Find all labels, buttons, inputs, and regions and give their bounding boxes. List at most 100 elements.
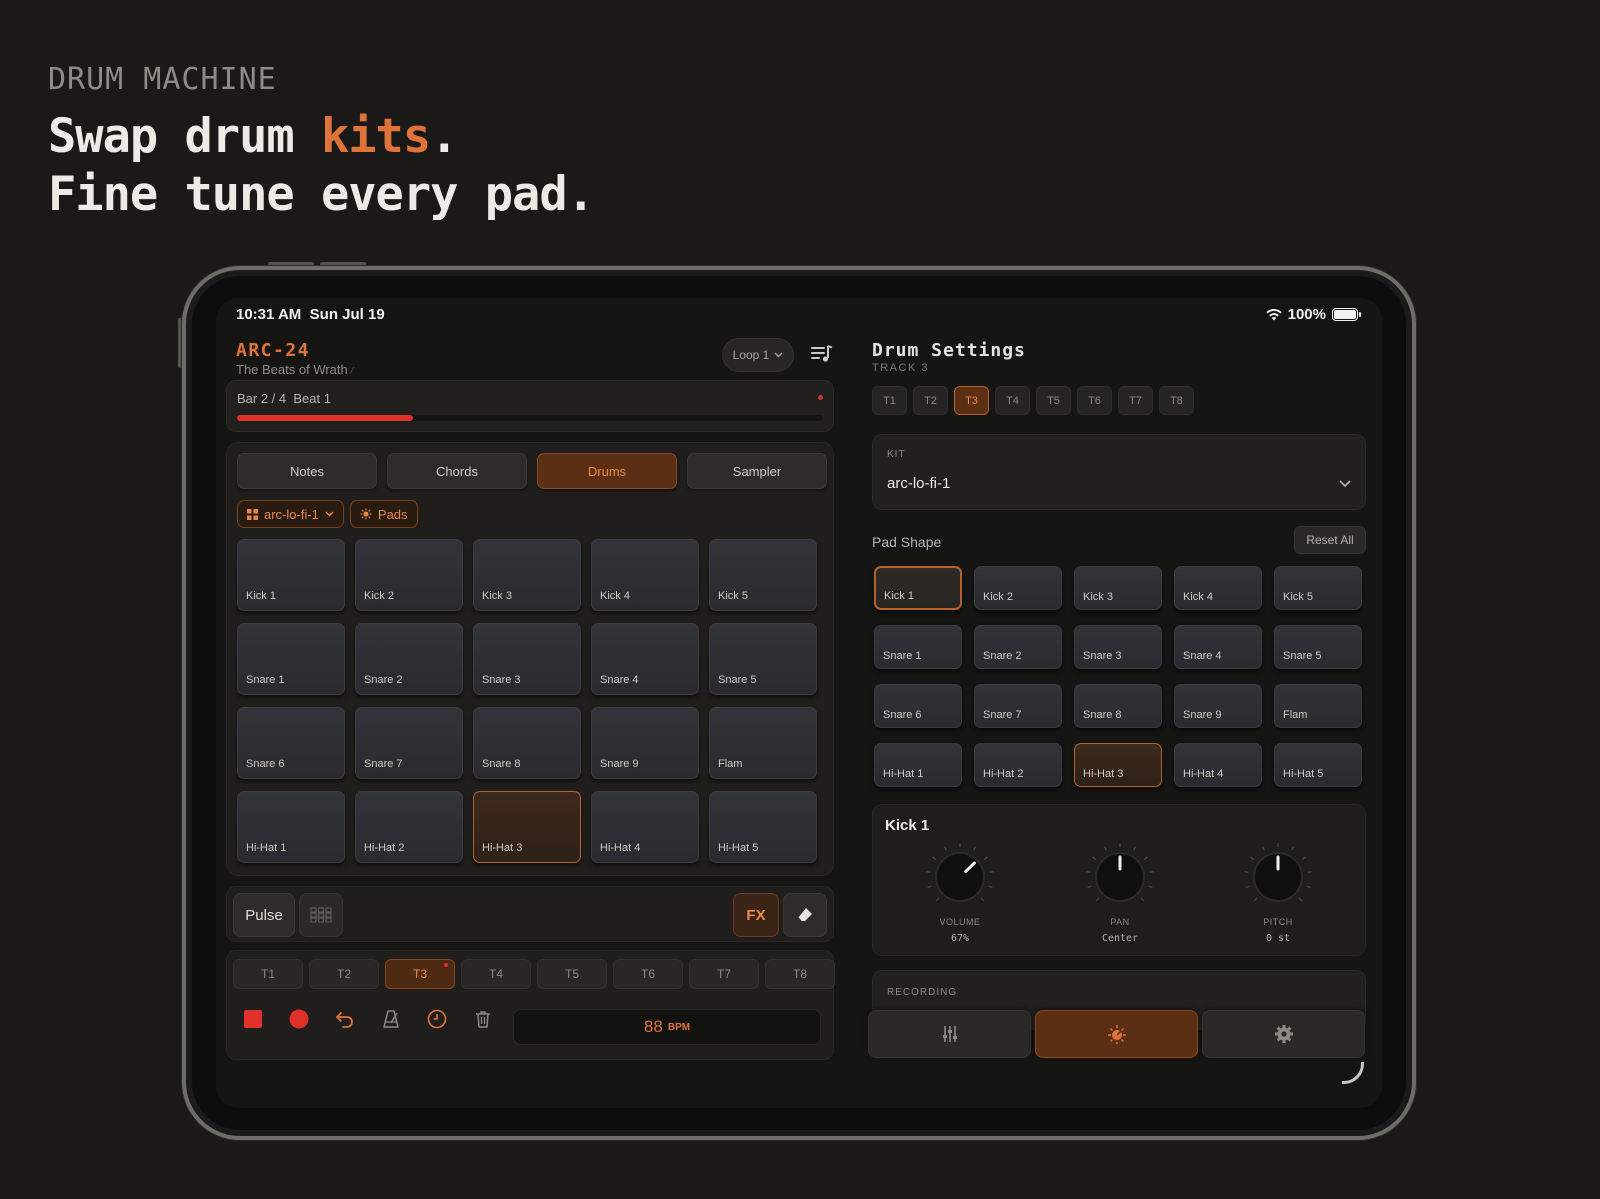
app-subtitle[interactable]: The Beats of Wrath ∕ [236,362,353,377]
drum-pad-label: Kick 4 [600,590,630,602]
drum-pad[interactable]: Snare 1 [237,623,345,695]
drum-pad[interactable]: Snare 4 [591,623,699,695]
drum-pad[interactable]: Flam [709,707,817,779]
pad-shape-item[interactable]: Hi-Hat 4 [1174,743,1262,787]
track-tab-t5[interactable]: T5 [537,959,607,989]
settings-track-tab-t4[interactable]: T4 [995,386,1030,415]
settings-track-tab-t1[interactable]: T1 [872,386,907,415]
grid-view-button[interactable] [299,893,343,937]
loop-selector[interactable]: Loop 1 [722,338,794,372]
drum-pad[interactable]: Snare 2 [355,623,463,695]
undo-button[interactable] [335,1009,355,1029]
pad-shape-item[interactable]: Hi-Hat 3 [1074,743,1162,787]
pad-shape-item[interactable]: Snare 4 [1174,625,1262,669]
tab-drums[interactable]: Drums [537,453,677,489]
drum-pad[interactable]: Kick 1 [237,539,345,611]
pad-shape-item[interactable]: Kick 5 [1274,566,1362,610]
transport-panel: T1 T2 T3 T4 T5 T6 T7 T8 88 BPM [226,950,835,1060]
drum-pad-label: Snare 9 [600,758,639,770]
drum-pad[interactable]: Snare 8 [473,707,581,779]
pad-shape-item[interactable]: Kick 1 [874,566,962,610]
delete-button[interactable] [473,1009,493,1029]
drum-pad[interactable]: Snare 6 [237,707,345,779]
drum-pad[interactable]: Kick 5 [709,539,817,611]
stop-button[interactable] [243,1009,263,1029]
pad-shape-item[interactable]: Hi-Hat 5 [1274,743,1362,787]
track-tab-t1[interactable]: T1 [233,959,303,989]
settings-tab[interactable] [1202,1010,1365,1058]
settings-track-tab-t8[interactable]: T8 [1159,386,1194,415]
pad-shape-item[interactable]: Hi-Hat 1 [874,743,962,787]
pitch-value: 0 st [1265,933,1291,944]
pad-shape-item[interactable]: Kick 3 [1074,566,1162,610]
drum-pad-label: Hi-Hat 3 [482,842,523,854]
eraser-button[interactable] [783,893,827,937]
kit-selector[interactable]: KIT arc-lo-fi-1 [872,434,1366,510]
drum-pad[interactable]: Snare 7 [355,707,463,779]
drum-pad[interactable]: Hi-Hat 1 [237,791,345,863]
drum-pad[interactable]: Kick 4 [591,539,699,611]
clock-button[interactable] [427,1009,447,1029]
pad-shape-label: Snare 1 [883,650,922,662]
sun-icon [360,508,372,520]
drum-pad[interactable]: Hi-Hat 4 [591,791,699,863]
tab-chords[interactable]: Chords [387,453,527,489]
tab-notes[interactable]: Notes [237,453,377,489]
pulse-button[interactable]: Pulse [233,893,295,937]
pitch-knob[interactable]: PITCH 0 st [1233,841,1323,944]
record-armed-indicator [444,963,448,967]
promo-line1-end: . [430,109,458,164]
track-tab-t3[interactable]: T3 [385,959,455,989]
pad-shape-label: Snare 7 [983,709,1022,721]
volume-knob[interactable]: VOLUME 67% [915,841,1005,944]
pad-shape-item[interactable]: Snare 2 [974,625,1062,669]
stop-icon [244,1010,262,1028]
track-tab-t6[interactable]: T6 [613,959,683,989]
pad-shape-item[interactable]: Snare 1 [874,625,962,669]
settings-track-tab-t6[interactable]: T6 [1077,386,1112,415]
settings-track-tab-t2[interactable]: T2 [913,386,948,415]
fx-button[interactable]: FX [733,893,779,937]
drum-pad[interactable]: Hi-Hat 3 [473,791,581,863]
pad-shape-item[interactable]: Snare 6 [874,684,962,728]
pad-knob-panel: Kick 1 VOLUME 67% PAN Center PITCH 0 st [872,804,1366,956]
pad-shape-item[interactable]: Kick 4 [1174,566,1262,610]
tempo-display[interactable]: 88 BPM [513,1009,821,1045]
pad-shape-item[interactable]: Snare 5 [1274,625,1362,669]
reset-all-button[interactable]: Reset All [1294,526,1366,554]
loop-label: Loop 1 [732,348,770,362]
settings-track-tab-t7[interactable]: T7 [1118,386,1153,415]
pad-shape-label: Pad Shape [872,534,942,550]
pan-knob[interactable]: PAN Center [1075,841,1165,944]
drum-pad[interactable]: Kick 2 [355,539,463,611]
pad-shape-item[interactable]: Snare 3 [1074,625,1162,669]
track-tab-t4[interactable]: T4 [461,959,531,989]
pad-shape-item[interactable]: Snare 9 [1174,684,1262,728]
settings-track-tab-t5[interactable]: T5 [1036,386,1071,415]
metronome-button[interactable] [381,1009,401,1029]
record-button[interactable] [289,1009,309,1029]
settings-track-tab-t3[interactable]: T3 [954,386,989,415]
mixer-tab[interactable] [868,1010,1031,1058]
track-tab-t7[interactable]: T7 [689,959,759,989]
drum-pad-label: Hi-Hat 1 [246,842,287,854]
drum-pad[interactable]: Snare 9 [591,707,699,779]
progress-track[interactable] [237,415,823,421]
drum-pad[interactable]: Snare 3 [473,623,581,695]
pad-shape-item[interactable]: Snare 7 [974,684,1062,728]
drum-pad[interactable]: Snare 5 [709,623,817,695]
track-tab-t2[interactable]: T2 [309,959,379,989]
tab-sampler[interactable]: Sampler [687,453,827,489]
pad-shape-item[interactable]: Snare 8 [1074,684,1162,728]
pad-shape-item[interactable]: Flam [1274,684,1362,728]
drum-pad[interactable]: Kick 3 [473,539,581,611]
pad-shape-item[interactable]: Hi-Hat 2 [974,743,1062,787]
kit-selector-chip[interactable]: arc-lo-fi-1 [237,500,344,528]
drum-tab[interactable] [1035,1010,1198,1058]
pad-shape-item[interactable]: Kick 2 [974,566,1062,610]
pads-mode-chip[interactable]: Pads [349,500,418,528]
playlist-icon[interactable] [810,342,834,366]
drum-pad[interactable]: Hi-Hat 2 [355,791,463,863]
drum-pad[interactable]: Hi-Hat 5 [709,791,817,863]
track-tab-t8[interactable]: T8 [765,959,835,989]
